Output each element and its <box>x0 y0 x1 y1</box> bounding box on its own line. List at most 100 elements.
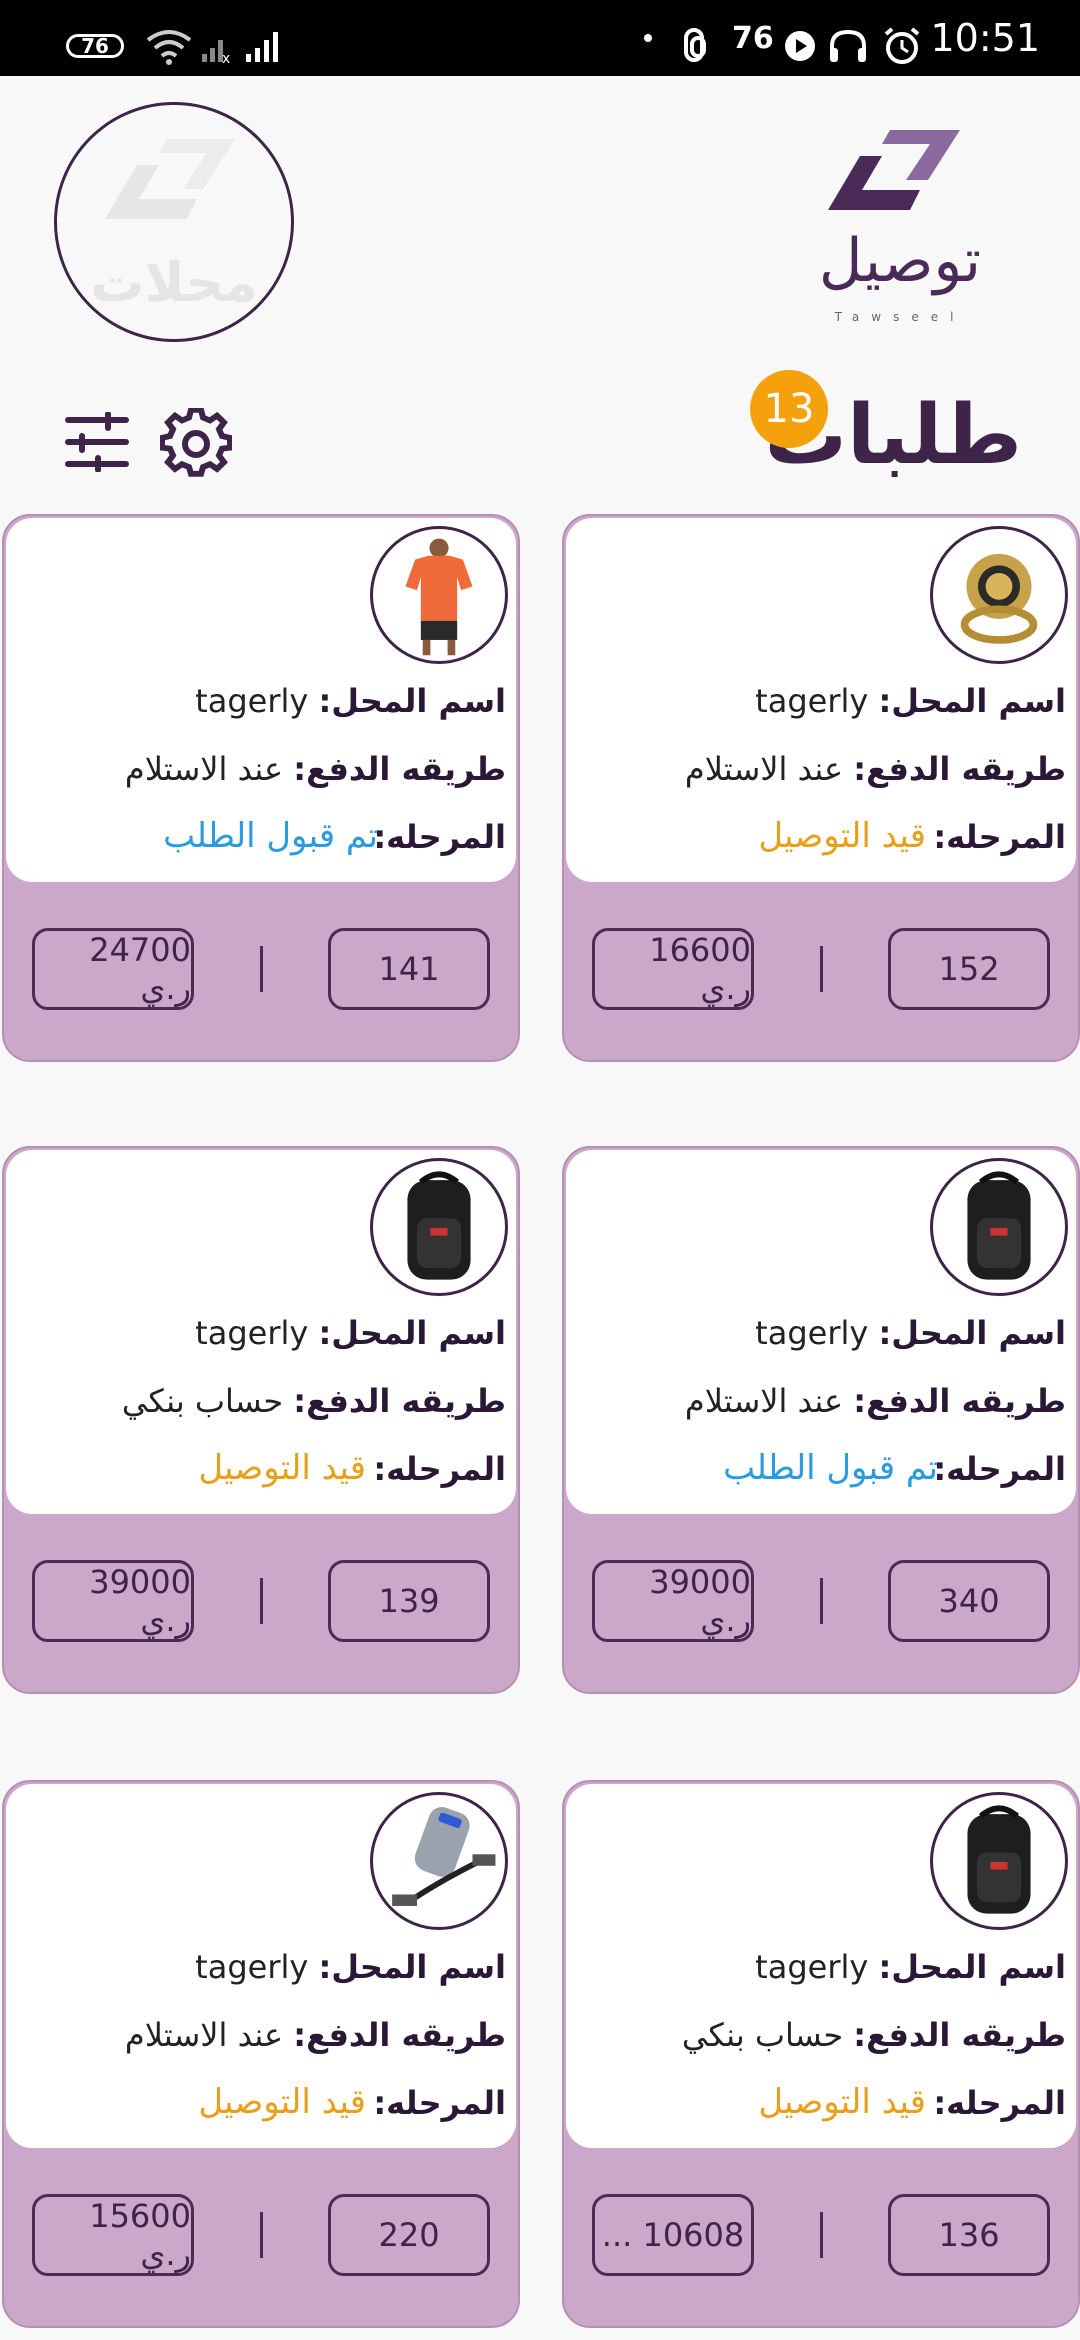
shop-row: اسم المحل: tagerly <box>195 682 506 720</box>
payment-label: طريقه الدفع: <box>853 750 1066 788</box>
sliders-icon[interactable] <box>64 412 130 472</box>
watermark-logo-icon <box>105 139 235 219</box>
stage-label: المرحله: <box>373 818 506 856</box>
shop-row: اسم المحل: tagerly <box>755 1948 1066 1986</box>
product-image <box>370 1158 508 1296</box>
signal-1-icon: x <box>202 40 230 64</box>
divider <box>820 946 823 992</box>
divider <box>820 2212 823 2258</box>
link-icon <box>684 28 706 62</box>
svg-text:x: x <box>222 51 230 64</box>
stage-value: قيد التوصيل <box>758 2082 926 2122</box>
order-price: 39000 ر.ي <box>592 1560 754 1642</box>
stage-row: المرحله: <box>933 818 1066 856</box>
payment-value: حساب بنكي <box>121 1382 284 1420</box>
order-price: 10608 ... <box>592 2194 754 2276</box>
order-card-details: اسم المحل: tagerly طريقه الدفع: عند الاس… <box>6 1784 516 2148</box>
shop-value: tagerly <box>755 682 869 720</box>
stage-row: المرحله: <box>373 818 506 856</box>
divider <box>260 946 263 992</box>
shop-row: اسم المحل: tagerly <box>755 682 1066 720</box>
stage-value: تم قبول الطلب <box>163 816 378 856</box>
shop-label: اسم المحل: <box>318 1948 506 1986</box>
order-card-details: اسم المحل: tagerly طريقه الدفع: عند الاس… <box>566 1150 1076 1514</box>
stage-value: تم قبول الطلب <box>723 1448 938 1488</box>
stage-row: المرحله: <box>933 1450 1066 1488</box>
shop-label: اسم المحل: <box>318 1314 506 1352</box>
order-card[interactable]: اسم المحل: tagerly طريقه الدفع: عند الاس… <box>562 1146 1080 1694</box>
order-card-details: اسم المحل: tagerly طريقه الدفع: حساب بنك… <box>6 1150 516 1514</box>
shop-label: اسم المحل: <box>318 682 506 720</box>
product-image <box>370 1792 508 1930</box>
wifi-icon <box>146 30 192 65</box>
stage-label: المرحله: <box>933 2084 1066 2122</box>
order-card[interactable]: اسم المحل: tagerly طريقه الدفع: عند الاس… <box>2 1780 520 2328</box>
shop-row: اسم المحل: tagerly <box>755 1314 1066 1352</box>
order-card[interactable]: اسم المحل: tagerly طريقه الدفع: حساب بنك… <box>562 1780 1080 2328</box>
product-image <box>930 526 1068 664</box>
payment-value: عند الاستلام <box>684 1382 844 1420</box>
order-card[interactable]: اسم المحل: tagerly طريقه الدفع: حساب بنك… <box>2 1146 520 1694</box>
order-card-details: اسم المحل: tagerly طريقه الدفع: عند الاس… <box>6 518 516 882</box>
gear-icon[interactable] <box>160 408 232 480</box>
payment-value: حساب بنكي <box>681 2016 844 2054</box>
play-icon <box>785 31 815 61</box>
divider <box>820 1578 823 1624</box>
stage-row: المرحله: <box>373 1450 506 1488</box>
payment-row: طريقه الدفع: حساب بنكي <box>122 1382 506 1420</box>
payment-row: طريقه الدفع: حساب بنكي <box>682 2016 1066 2054</box>
payment-row: طريقه الدفع: عند الاستلام <box>125 750 506 788</box>
stage-label: المرحله: <box>373 1450 506 1488</box>
alarm-icon <box>884 27 920 64</box>
notification-dot <box>644 34 652 42</box>
payment-label: طريقه الدفع: <box>293 750 506 788</box>
order-number: 141 <box>328 928 490 1010</box>
payment-value: عند الاستلام <box>684 750 844 788</box>
store-avatar[interactable]: محلات <box>54 102 294 342</box>
store-watermark-text: محلات <box>90 251 258 314</box>
shop-row: اسم المحل: tagerly <box>195 1948 506 1986</box>
stage-label: المرحله: <box>933 1450 1066 1488</box>
stage-value: قيد التوصيل <box>758 816 926 856</box>
divider <box>260 1578 263 1624</box>
order-price: 15600 ر.ي <box>32 2194 194 2276</box>
payment-row: طريقه الدفع: عند الاستلام <box>685 750 1066 788</box>
stage-row: المرحله: <box>373 2084 506 2122</box>
divider <box>260 2212 263 2258</box>
signal-2-icon <box>246 32 278 62</box>
app-subtitle: Tawseel <box>834 310 966 324</box>
order-price: 16600 ر.ي <box>592 928 754 1010</box>
order-card[interactable]: اسم المحل: tagerly طريقه الدفع: عند الاس… <box>2 514 520 1062</box>
stage-value: قيد التوصيل <box>198 1448 366 1488</box>
payment-label: طريقه الدفع: <box>853 1382 1066 1420</box>
stage-label: المرحله: <box>373 2084 506 2122</box>
shop-label: اسم المحل: <box>878 682 1066 720</box>
stage-value: قيد التوصيل <box>198 2082 366 2122</box>
signal-strength-text: 76 <box>732 20 774 56</box>
clock: 10:51 <box>930 16 1040 60</box>
order-number: 340 <box>888 1560 1050 1642</box>
product-image <box>370 526 508 664</box>
shop-value: tagerly <box>195 1314 309 1352</box>
order-number: 136 <box>888 2194 1050 2276</box>
shop-value: tagerly <box>755 1314 869 1352</box>
shop-label: اسم المحل: <box>878 1948 1066 1986</box>
order-card-details: اسم المحل: tagerly طريقه الدفع: عند الاس… <box>566 518 1076 882</box>
shop-value: tagerly <box>195 1948 309 1986</box>
product-image <box>930 1792 1068 1930</box>
headset-icon <box>830 29 866 62</box>
payment-row: طريقه الدفع: عند الاستلام <box>125 2016 506 2054</box>
order-card[interactable]: اسم المحل: tagerly طريقه الدفع: عند الاس… <box>562 514 1080 1062</box>
app-logo: توصيل Tawseel <box>810 126 990 326</box>
order-price: 39000 ر.ي <box>32 1560 194 1642</box>
shop-value: tagerly <box>195 682 309 720</box>
shop-row: اسم المحل: tagerly <box>195 1314 506 1352</box>
order-card-details: اسم المحل: tagerly طريقه الدفع: حساب بنك… <box>566 1784 1076 2148</box>
payment-value: عند الاستلام <box>124 750 284 788</box>
payment-label: طريقه الدفع: <box>293 2016 506 2054</box>
shop-label: اسم المحل: <box>878 1314 1066 1352</box>
shop-value: tagerly <box>755 1948 869 1986</box>
battery-indicator: 76 <box>66 34 124 58</box>
order-number: 220 <box>328 2194 490 2276</box>
app-name: توصيل <box>818 226 982 296</box>
